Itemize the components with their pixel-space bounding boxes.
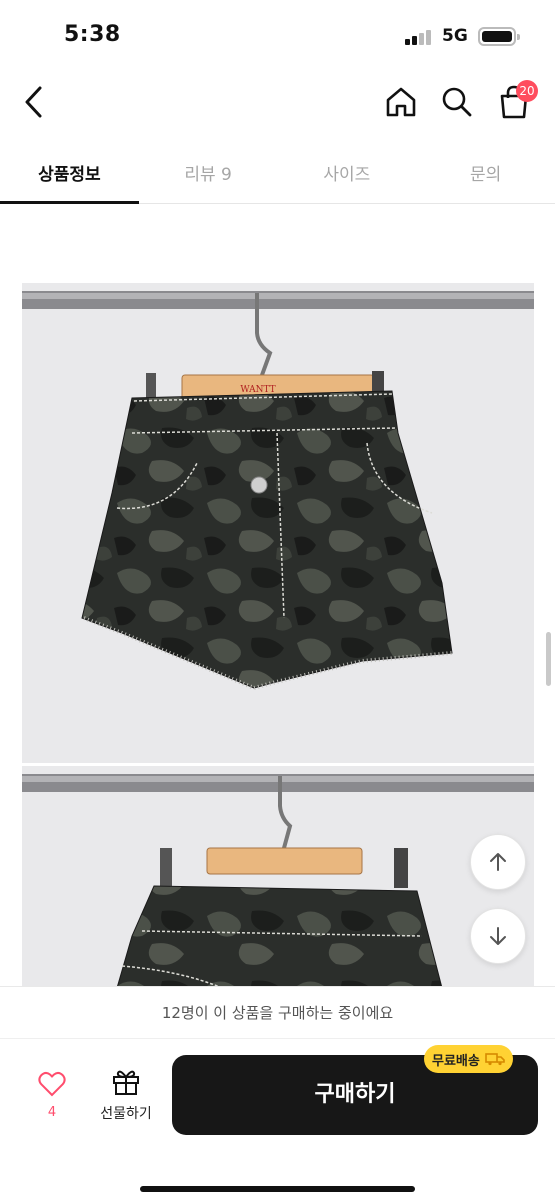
network-label: 5G — [442, 26, 468, 46]
signal-icon — [405, 29, 433, 45]
status-time: 5:38 — [64, 22, 121, 47]
page-scrollbar[interactable] — [546, 632, 551, 686]
purchase-bar: 12명이 이 상품을 구매하는 중이에요 4 선물하기 구매하기 무료배송 — [0, 986, 555, 1200]
free-shipping-badge: 무료배송 — [424, 1045, 513, 1073]
like-button[interactable]: 4 — [22, 1071, 82, 1120]
cart-count-badge: 20 — [516, 80, 538, 102]
gift-label: 선물하기 — [100, 1106, 152, 1122]
status-bar: 5:38 5G — [0, 0, 555, 70]
search-button[interactable] — [435, 80, 479, 124]
free-shipping-label: 무료배송 — [432, 1053, 480, 1069]
tab-product-info[interactable]: 상품정보 — [0, 140, 139, 204]
truck-icon — [485, 1053, 505, 1066]
gift-icon — [113, 1070, 139, 1095]
tab-reviews[interactable]: 리뷰 9 — [139, 140, 278, 203]
tab-size[interactable]: 사이즈 — [278, 140, 417, 203]
home-button[interactable] — [379, 80, 423, 124]
like-count: 4 — [47, 1105, 57, 1120]
arrow-down-icon — [490, 927, 506, 945]
hanger-brand: WANTT — [240, 385, 275, 395]
viewers-notice: 12명이 이 상품을 구매하는 중이에요 — [0, 987, 555, 1039]
home-icon — [386, 87, 416, 117]
scroll-down-button[interactable] — [470, 908, 526, 964]
scroll-up-button[interactable] — [470, 834, 526, 890]
product-image-2 — [22, 766, 534, 988]
heart-icon — [38, 1072, 66, 1097]
back-button[interactable] — [12, 80, 56, 124]
product-image-1: WANTT — [22, 283, 534, 763]
tab-inquiry[interactable]: 문의 — [416, 140, 555, 203]
battery-icon — [478, 27, 520, 46]
search-icon — [442, 87, 472, 117]
gift-button[interactable]: 선물하기 — [88, 1067, 164, 1123]
chevron-left-icon — [25, 86, 42, 118]
arrow-up-icon — [490, 853, 506, 871]
top-nav: 20 — [0, 70, 555, 135]
home-indicator — [140, 1186, 415, 1192]
product-tabs: 상품정보 리뷰 9 사이즈 문의 — [0, 140, 555, 204]
cart-button[interactable]: 20 — [492, 80, 538, 124]
